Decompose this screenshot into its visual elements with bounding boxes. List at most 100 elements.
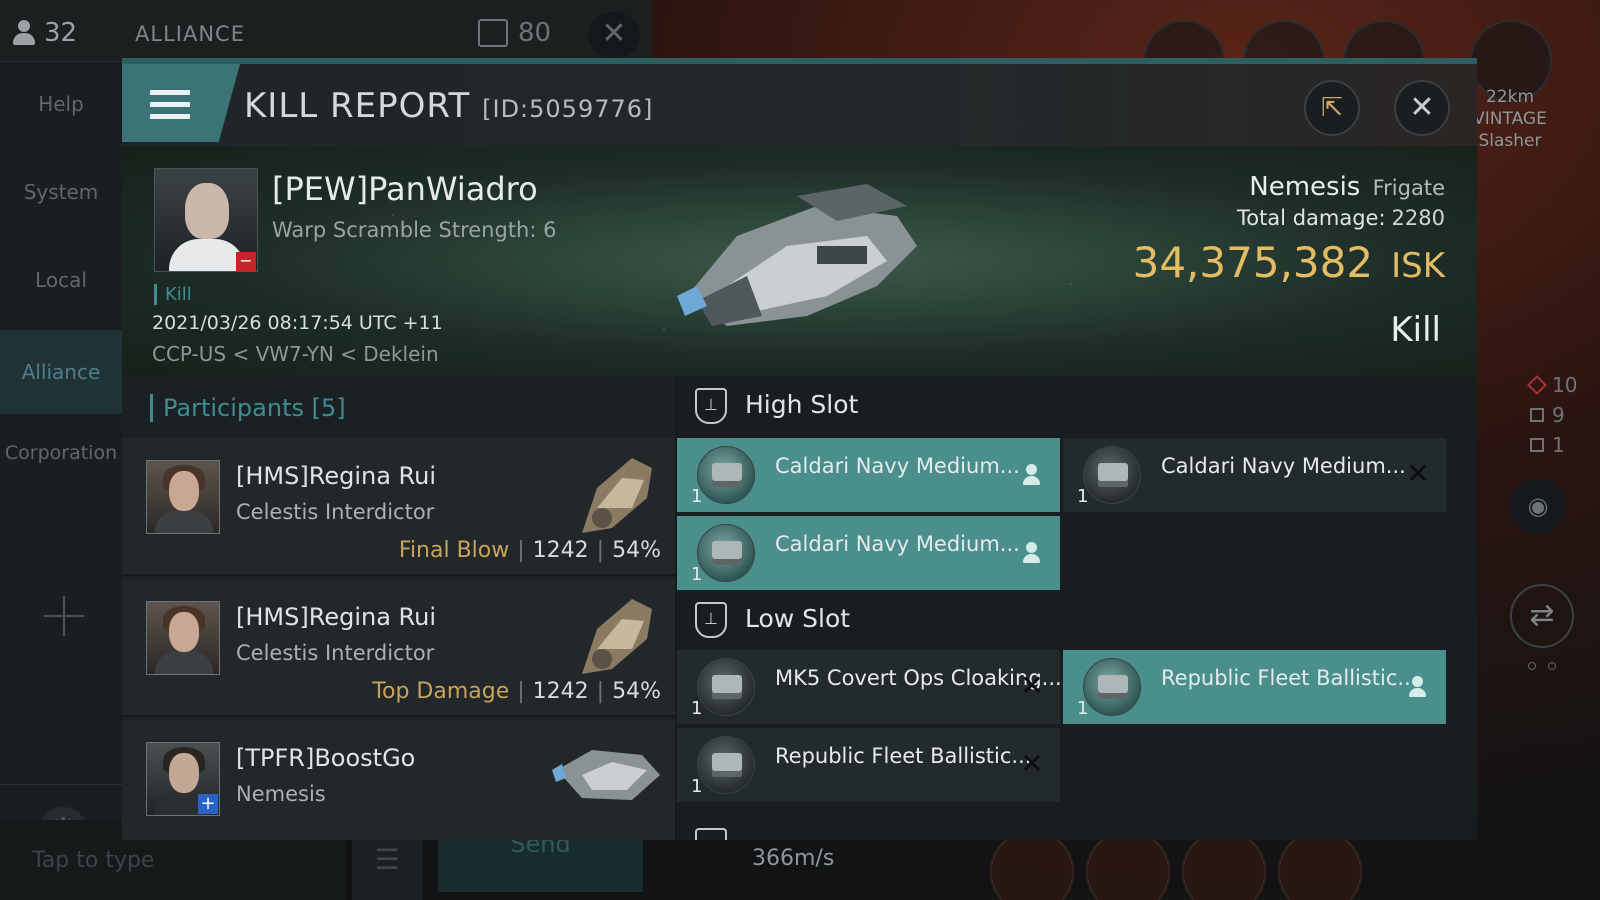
module-button[interactable] xyxy=(990,830,1074,900)
report-title: KILL REPORT [ID:5059776] xyxy=(244,86,653,126)
participant-ship-image xyxy=(582,458,652,533)
sidebar-item-corporation[interactable]: Corporation xyxy=(0,442,122,464)
hostile-count-value: 10 xyxy=(1552,373,1578,397)
chat-channel-title: ALLIANCE xyxy=(135,22,245,46)
module-name: Republic Fleet Ballistic... xyxy=(775,744,1032,768)
participant-portrait xyxy=(146,460,220,534)
page-dot xyxy=(1548,662,1556,670)
fitting-panel: ⊥ High Slot 1 Caldari Navy Medium... 1 C… xyxy=(677,376,1477,840)
fleet-icon xyxy=(1530,408,1544,422)
pilot-count[interactable]: 32 xyxy=(12,18,77,48)
target-ship: Slasher xyxy=(1478,131,1542,151)
module-name: Republic Fleet Ballistic... xyxy=(1161,666,1418,690)
participant-name: [HMS]Regina Rui xyxy=(236,462,437,490)
victim-ship-image xyxy=(677,184,917,326)
victim-ship-name: Nemesis xyxy=(1249,172,1361,202)
module-icon xyxy=(697,736,755,794)
high-slot-title: High Slot xyxy=(745,390,859,419)
report-id: [ID:5059776] xyxy=(482,95,654,123)
destroyed-icon: ✕ xyxy=(1406,457,1430,490)
fleet-count-value: 9 xyxy=(1552,403,1565,427)
module-button[interactable] xyxy=(1278,830,1362,900)
participant-row[interactable]: [HMS]Regina Rui Celestis Interdictor Top… xyxy=(122,579,675,717)
module-quantity: 1 xyxy=(691,564,703,585)
module-quantity: 1 xyxy=(691,776,703,797)
participant-ship: Nemesis xyxy=(236,782,326,806)
high-slot-icon: ⊥ xyxy=(695,388,727,424)
participants-title: Participants [5] xyxy=(150,394,346,422)
mid-slot-icon xyxy=(695,828,727,840)
module-item[interactable]: 1 Caldari Navy Medium... xyxy=(677,516,1060,590)
sidebar-item-local[interactable]: Local xyxy=(0,268,122,292)
pilot-icon xyxy=(12,20,36,46)
module-button[interactable] xyxy=(1182,830,1266,900)
chat-sidebar: Help System Local Alliance Corporation ⚙ xyxy=(0,62,122,900)
victim-name[interactable]: [PEW]PanWiadro xyxy=(272,170,538,208)
fleet-count: 9 xyxy=(1530,403,1565,427)
participant-damage: 1242 xyxy=(532,538,589,563)
sidebar-item-help[interactable]: Help xyxy=(0,92,122,116)
module-button[interactable] xyxy=(1086,830,1170,900)
other-count-value: 1 xyxy=(1552,433,1565,457)
module-icon xyxy=(1083,658,1141,716)
participants-panel: Participants [5] [HMS]Regina Rui Celesti… xyxy=(122,376,675,840)
participant-role: Top Damage xyxy=(372,679,510,704)
add-channel-icon[interactable] xyxy=(44,596,84,636)
sidebar-item-system[interactable]: System xyxy=(0,180,122,204)
victim-ship: Nemesis Frigate xyxy=(1249,172,1445,202)
module-item[interactable]: 1 Caldari Navy Medium... xyxy=(677,438,1060,512)
isk-amount: 34,375,382 xyxy=(1132,238,1374,287)
participant-damage: 1242 xyxy=(532,679,589,704)
module-quantity: 1 xyxy=(691,698,703,719)
kill-result: Kill xyxy=(1390,310,1441,350)
participants-header: Participants [5] xyxy=(122,376,675,436)
eye-icon[interactable]: ◉ xyxy=(1510,478,1566,534)
low-slot-icon: ⊥ xyxy=(695,602,727,638)
high-slot-header: ⊥ High Slot xyxy=(677,376,1477,436)
isk-unit: ISK xyxy=(1391,246,1445,286)
participant-portrait xyxy=(146,601,220,675)
victim-banner: − [PEW]PanWiadro Warp Scramble Strength:… xyxy=(122,146,1477,376)
participant-name: [HMS]Regina Rui xyxy=(236,603,437,631)
sidebar-item-alliance[interactable]: Alliance xyxy=(0,330,122,414)
chat-close-button[interactable]: ✕ xyxy=(588,12,640,58)
chat-message-count[interactable]: 80 xyxy=(478,18,551,48)
module-name: Caldari Navy Medium... xyxy=(775,454,1020,478)
target-corp: VINTAGE xyxy=(1473,109,1547,129)
participant-percent: 54% xyxy=(612,679,661,704)
friendly-badge: + xyxy=(198,794,218,814)
chat-top-bar: 32 ALLIANCE 80 ✕ xyxy=(0,0,652,62)
total-damage: Total damage: 2280 xyxy=(1237,206,1445,230)
dropped-icon xyxy=(1020,540,1044,564)
hostile-icon xyxy=(1527,375,1547,395)
target-info: 22km VINTAGE Slasher xyxy=(1470,86,1550,152)
portrait-head xyxy=(185,183,229,239)
module-rack xyxy=(990,830,1460,900)
participant-role: Final Blow xyxy=(398,538,510,563)
isk-value: 34,375,382 ISK xyxy=(1133,238,1445,287)
module-quantity: 1 xyxy=(1077,486,1089,507)
kill-report-header: KILL REPORT [ID:5059776] ⇱ ✕ xyxy=(122,64,1477,146)
participant-row[interactable]: [HMS]Regina Rui Celestis Interdictor Fin… xyxy=(122,438,675,576)
kill-report-window: KILL REPORT [ID:5059776] ⇱ ✕ − [PEW]PanW… xyxy=(122,58,1477,840)
menu-button[interactable] xyxy=(122,64,240,142)
module-quantity: 1 xyxy=(1077,698,1089,719)
total-damage-value: 2280 xyxy=(1391,206,1445,230)
participant-stats: Top Damage | 1242 | 54% xyxy=(372,679,661,704)
module-item[interactable]: 1 Caldari Navy Medium... ✕ xyxy=(1063,438,1446,512)
page-dot xyxy=(1528,662,1536,670)
module-quantity: 1 xyxy=(691,486,703,507)
module-item[interactable]: 1 MK5 Covert Ops Cloaking... ✕ xyxy=(677,650,1062,724)
participant-percent: 54% xyxy=(612,538,661,563)
message-icon xyxy=(478,19,508,47)
participant-ship-image xyxy=(582,599,652,674)
dropped-icon xyxy=(1020,462,1044,486)
module-item[interactable]: 1 Republic Fleet Ballistic... ✕ xyxy=(677,728,1060,802)
close-button[interactable]: ✕ xyxy=(1394,80,1450,136)
participant-row[interactable]: + [TPFR]BoostGo Nemesis xyxy=(122,720,675,840)
module-item[interactable]: 1 Republic Fleet Ballistic... xyxy=(1063,650,1446,724)
victim-ship-class: Frigate xyxy=(1372,176,1445,200)
swap-icon[interactable]: ⇄ xyxy=(1510,584,1574,648)
participant-stats: Final Blow | 1242 | 54% xyxy=(398,538,661,563)
share-button[interactable]: ⇱ xyxy=(1304,80,1360,136)
